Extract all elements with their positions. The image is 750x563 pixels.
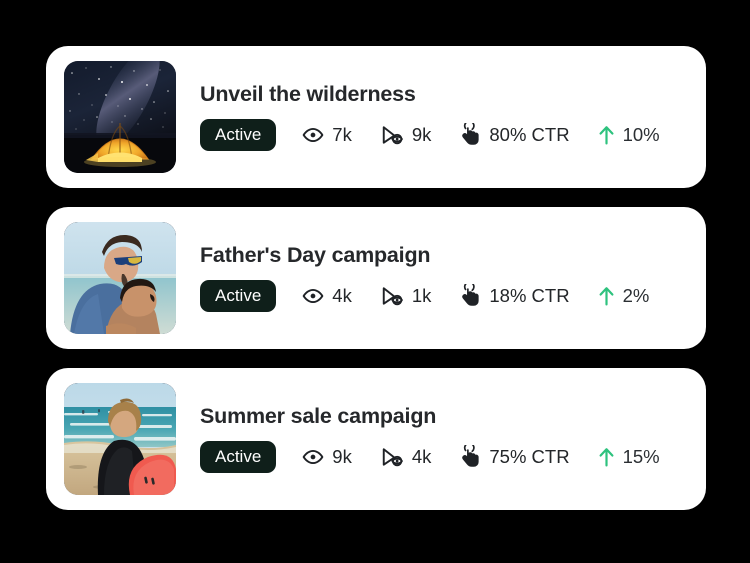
metric-trend: 15% — [598, 446, 660, 468]
campaign-title: Summer sale campaign — [200, 404, 437, 429]
status-badge[interactable]: Active — [200, 279, 277, 312]
metric-views: 1k — [380, 284, 432, 307]
play-views-icon — [380, 124, 404, 146]
views-value: 1k — [411, 284, 432, 306]
metric-trend: 10% — [598, 124, 660, 146]
metric-ctr: 75% CTR — [459, 445, 570, 468]
metric-impressions: 7k — [302, 124, 352, 146]
arrow-up-icon — [598, 446, 615, 468]
metric-trend: 2% — [598, 284, 650, 307]
tap-click-icon — [459, 123, 481, 146]
campaign-metrics: Active 4k 1k 18% CTR 2% — [200, 279, 688, 312]
campaign-details: Summer sale campaign Active 9k 4k 75% CT… — [176, 405, 688, 473]
views-value: 4k — [411, 445, 432, 467]
play-views-icon — [380, 446, 404, 468]
campaign-list: Unveil the wilderness Active 7k 9k 80% C… — [46, 46, 706, 510]
campaign-metrics: Active 9k 4k 75% CTR 15% — [200, 440, 688, 473]
eye-icon — [302, 285, 324, 307]
ctr-value: 75% CTR — [489, 445, 570, 467]
metric-impressions: 9k — [302, 446, 352, 468]
campaign-details: Unveil the wilderness Active 7k 9k 80% C… — [176, 83, 688, 151]
ctr-value: 18% CTR — [489, 284, 570, 306]
campaign-details: Father's Day campaign Active 4k 1k 18% C… — [176, 244, 688, 312]
campaign-metrics: Active 7k 9k 80% CTR 10% — [200, 118, 688, 151]
arrow-up-icon — [598, 124, 615, 146]
trend-value: 2% — [622, 284, 650, 306]
campaign-thumbnail — [64, 383, 176, 495]
tap-click-icon — [459, 445, 481, 468]
campaign-card[interactable]: Summer sale campaign Active 9k 4k 75% CT… — [46, 368, 706, 510]
screen: Unveil the wilderness Active 7k 9k 80% C… — [0, 0, 750, 563]
metric-ctr: 80% CTR — [459, 123, 570, 146]
impressions-value: 4k — [332, 284, 352, 306]
arrow-up-icon — [598, 285, 615, 307]
metric-impressions: 4k — [302, 285, 352, 307]
views-value: 9k — [411, 123, 432, 145]
ctr-value: 80% CTR — [489, 123, 570, 145]
campaign-title: Father's Day campaign — [200, 243, 431, 268]
metric-views: 9k — [380, 123, 432, 146]
campaign-card[interactable]: Unveil the wilderness Active 7k 9k 80% C… — [46, 46, 706, 188]
metric-views: 4k — [380, 445, 432, 468]
campaign-thumbnail — [64, 222, 176, 334]
play-views-icon — [380, 285, 404, 307]
eye-icon — [302, 124, 324, 146]
trend-value: 10% — [622, 123, 660, 145]
impressions-value: 7k — [332, 123, 352, 145]
trend-value: 15% — [622, 445, 660, 467]
campaign-thumbnail — [64, 61, 176, 173]
status-badge[interactable]: Active — [200, 440, 277, 473]
eye-icon — [302, 446, 324, 468]
campaign-title: Unveil the wilderness — [200, 82, 416, 107]
campaign-card[interactable]: Father's Day campaign Active 4k 1k 18% C… — [46, 207, 706, 349]
tap-click-icon — [459, 284, 481, 307]
impressions-value: 9k — [332, 445, 352, 467]
status-badge[interactable]: Active — [200, 118, 277, 151]
metric-ctr: 18% CTR — [459, 284, 570, 307]
